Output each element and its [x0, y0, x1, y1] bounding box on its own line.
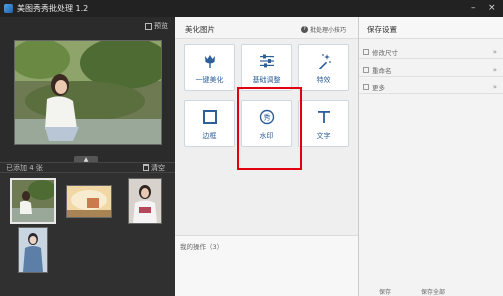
magic-wand-icon — [318, 54, 331, 69]
resize-row[interactable]: 修改尺寸 » — [359, 45, 503, 59]
row-label: 重命名 — [372, 66, 392, 75]
tool-auto-beautify[interactable]: 一键美化 — [184, 44, 235, 91]
tips-link[interactable]: ? 批处理小技巧 — [300, 25, 346, 34]
beautify-header: 美化图片 ? 批处理小技巧 — [175, 17, 358, 39]
tool-label: 边框 — [202, 132, 217, 140]
thumb-strip-bar: 已添加 4 张 清空 — [0, 162, 175, 173]
tool-basic-adjust[interactable]: 基础调整 — [241, 44, 292, 91]
image-count: 已添加 4 张 — [6, 163, 43, 172]
minimize-icon[interactable]: – — [471, 3, 476, 13]
tool-label: 文字 — [316, 132, 331, 140]
thumbnail-image — [19, 228, 47, 272]
tips-label: 批处理小技巧 — [309, 27, 346, 34]
text-icon — [317, 111, 330, 123]
thumbnail-image — [67, 186, 111, 217]
sliders-icon — [259, 54, 274, 68]
preview-icon — [145, 22, 152, 30]
save-option[interactable]: 保存 — [379, 287, 391, 296]
trash-icon — [143, 164, 149, 171]
chevron-right-icon: » — [492, 83, 497, 91]
thumbnail-grid — [0, 173, 175, 296]
history-panel: 我的操作（3） — [175, 235, 358, 296]
tool-effects[interactable]: 特效 — [298, 44, 349, 91]
tool-label: 特效 — [316, 76, 331, 84]
photo-preview-image — [15, 41, 161, 144]
tulip-icon — [204, 55, 215, 68]
preview-label: 预览 — [154, 22, 168, 30]
clear-label: 清空 — [151, 163, 165, 172]
row-label: 修改尺寸 — [372, 48, 398, 57]
chevron-right-icon: » — [492, 66, 497, 74]
tool-text[interactable]: 文字 — [298, 100, 349, 147]
title-bar: 美图秀秀批处理 1.2 — [0, 0, 175, 17]
thumbnail-4[interactable] — [18, 227, 48, 273]
tool-frame[interactable]: 边框 — [184, 100, 235, 147]
row-label: 更多 — [372, 83, 385, 92]
bottom-actions: 保存 保存全部 — [359, 287, 503, 296]
highlight-box — [237, 87, 302, 170]
resize-icon — [363, 48, 369, 55]
beautify-title: 美化图片 — [185, 25, 215, 34]
tool-label: 基础调整 — [252, 76, 281, 84]
thumbnail-image — [129, 179, 161, 223]
title-bar-right: – × — [175, 0, 503, 17]
history-label: 我的操作（3） — [180, 243, 224, 251]
more-row[interactable]: 更多 » — [359, 80, 503, 94]
thumbnail-2[interactable] — [66, 185, 112, 218]
photo-preview — [14, 40, 162, 145]
chevron-right-icon: » — [492, 48, 497, 56]
help-icon: ? — [300, 26, 308, 33]
app-logo-icon — [4, 4, 13, 13]
more-icon — [363, 83, 369, 90]
preview-button[interactable]: 预览 — [145, 21, 168, 31]
rename-icon — [363, 66, 369, 73]
save-settings-header: 保存设置 — [359, 17, 503, 39]
rename-row[interactable]: 重命名 » — [359, 63, 503, 77]
thumbnail-3[interactable] — [128, 178, 162, 224]
thumbnail-1[interactable] — [10, 178, 56, 224]
close-icon[interactable]: × — [488, 3, 496, 13]
app-title: 美图秀秀批处理 1.2 — [17, 4, 89, 13]
thumbnail-image — [12, 180, 54, 222]
frame-icon — [202, 110, 217, 124]
save-settings-title: 保存设置 — [367, 25, 397, 34]
tool-label: 一键美化 — [195, 76, 224, 84]
clear-button[interactable]: 清空 — [143, 163, 165, 173]
save-all-option[interactable]: 保存全部 — [421, 287, 445, 296]
save-settings-panel: 保存设置 修改尺寸 » 重命名 » 更多 » 保存 保存全部 — [358, 17, 503, 296]
